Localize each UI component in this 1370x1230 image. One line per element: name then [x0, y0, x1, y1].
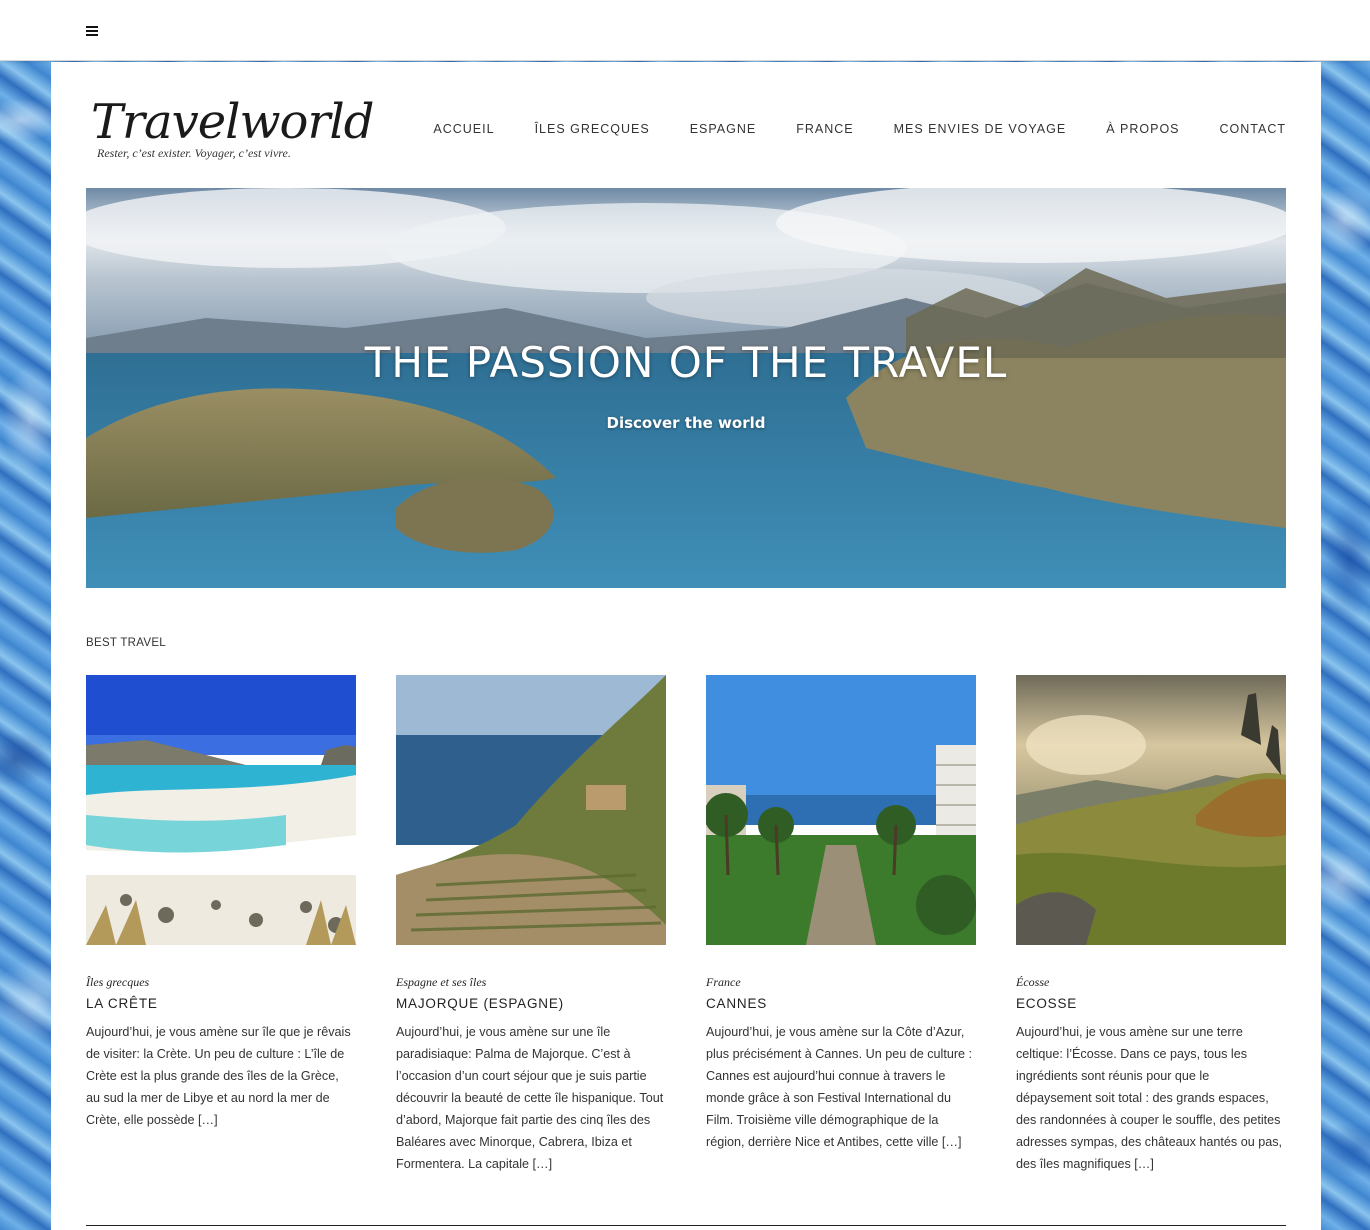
hero-title: THE PASSION OF THE TRAVEL	[364, 338, 1008, 387]
site-title[interactable]: Travelworld	[91, 96, 374, 148]
nav-item-iles-grecques[interactable]: ÎLES GRECQUES	[535, 122, 650, 136]
top-bar	[0, 0, 1370, 61]
site-logo[interactable]: Travelworld Rester, c’est exister. Voyag…	[91, 96, 374, 161]
nav-item-mes-envies[interactable]: MES ENVIES DE VOYAGE	[894, 122, 1067, 136]
post-card: Écosse ECOSSE Aujourd’hui, je vous amène…	[1016, 675, 1286, 1175]
posts-grid: Îles grecques LA CRÊTE Aujourd’hui, je v…	[86, 675, 1286, 1175]
post-thumbnail-crete[interactable]	[86, 675, 356, 945]
post-title[interactable]: LA CRÊTE	[86, 996, 356, 1011]
post-title[interactable]: ECOSSE	[1016, 996, 1286, 1011]
post-category[interactable]: Îles grecques	[86, 975, 356, 990]
post-category[interactable]: Écosse	[1016, 975, 1286, 990]
nav-item-france[interactable]: FRANCE	[796, 122, 853, 136]
nav-item-a-propos[interactable]: À PROPOS	[1106, 122, 1179, 136]
post-thumbnail-cannes[interactable]	[706, 675, 976, 945]
post-category[interactable]: Espagne et ses îles	[396, 975, 666, 990]
main-nav: ACCUEIL ÎLES GRECQUES ESPAGNE FRANCE MES…	[433, 122, 1286, 136]
nav-item-accueil[interactable]: ACCUEIL	[433, 122, 494, 136]
post-category[interactable]: France	[706, 975, 976, 990]
nav-item-contact[interactable]: CONTACT	[1220, 122, 1287, 136]
nav-item-espagne[interactable]: ESPAGNE	[690, 122, 757, 136]
footer-divider	[86, 1225, 1286, 1226]
post-excerpt: Aujourd’hui, je vous amène sur une terre…	[1016, 1025, 1283, 1171]
post-thumbnail-majorque[interactable]	[396, 675, 666, 945]
post-card: Espagne et ses îles MAJORQUE (ESPAGNE) A…	[396, 675, 666, 1175]
post-card: Îles grecques LA CRÊTE Aujourd’hui, je v…	[86, 675, 356, 1175]
hero-banner: THE PASSION OF THE TRAVEL Discover the w…	[86, 188, 1286, 588]
page-container: Travelworld Rester, c’est exister. Voyag…	[51, 62, 1321, 1230]
section-label: BEST TRAVEL	[86, 637, 166, 649]
post-excerpt: Aujourd’hui, je vous amène sur la Côte d…	[706, 1025, 973, 1149]
post-excerpt: Aujourd’hui, je vous amène sur île que j…	[86, 1025, 351, 1127]
post-thumbnail-ecosse[interactable]	[1016, 675, 1286, 945]
post-title[interactable]: CANNES	[706, 996, 976, 1011]
hero-subtitle: Discover the world	[606, 414, 766, 432]
post-title[interactable]: MAJORQUE (ESPAGNE)	[396, 996, 666, 1011]
post-excerpt: Aujourd’hui, je vous amène sur une île p…	[396, 1025, 664, 1171]
hero-landscape-image	[86, 188, 1286, 588]
post-card: France CANNES Aujourd’hui, je vous amène…	[706, 675, 976, 1175]
hamburger-menu-icon[interactable]	[86, 26, 98, 36]
